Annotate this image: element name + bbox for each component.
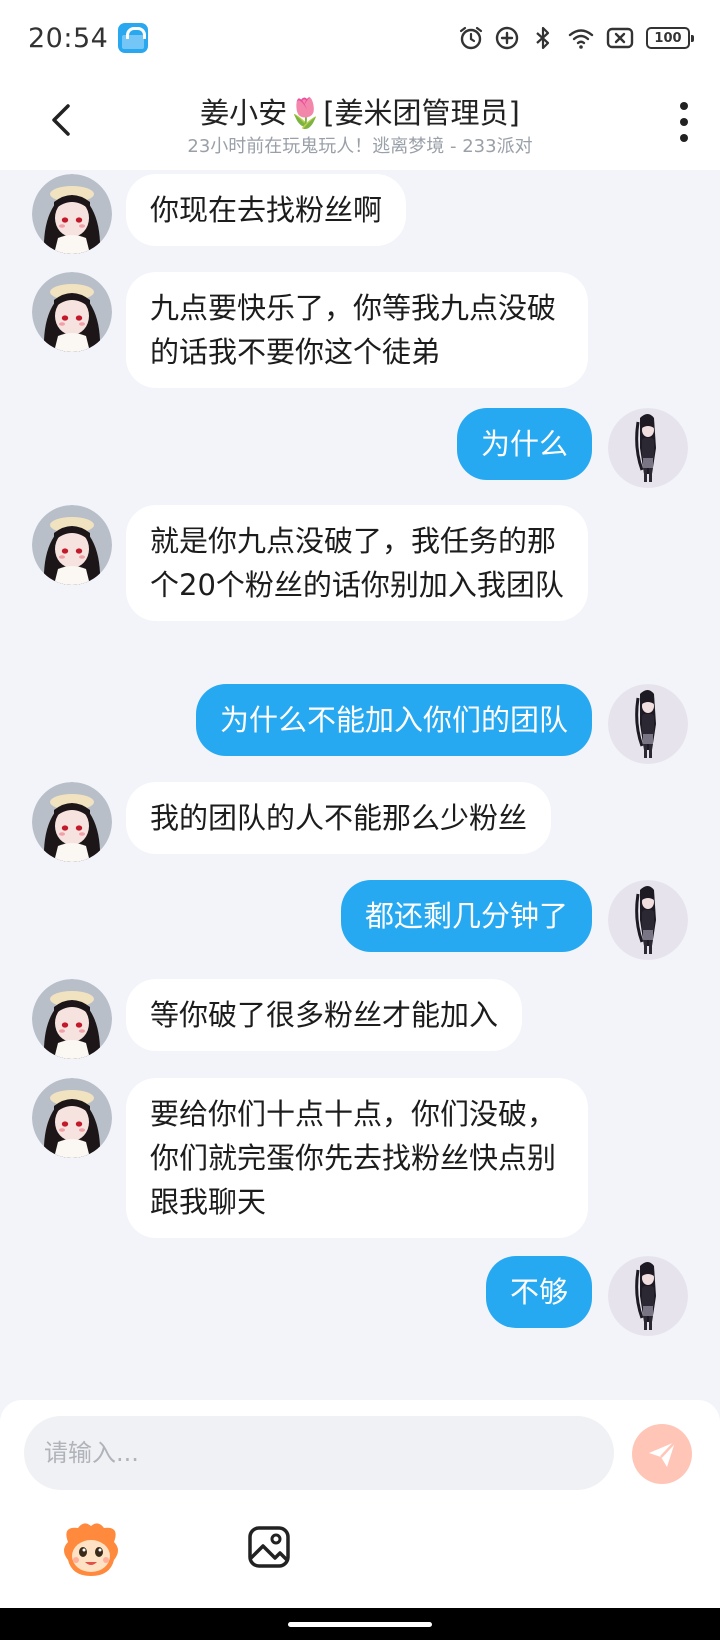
message-bubble[interactable]: 就是你九点没破了，我任务的那个20个粉丝的话你别加入我团队 <box>126 505 588 621</box>
message-bubble[interactable]: 你现在去找粉丝啊 <box>126 174 407 246</box>
send-button[interactable] <box>632 1424 692 1484</box>
contact-avatar[interactable] <box>32 174 112 254</box>
incoming-message: 九点要快乐了，你等我九点没破的话我不要你这个徒弟 <box>32 272 588 388</box>
my-avatar[interactable] <box>608 408 688 488</box>
incoming-message: 等你破了很多粉丝才能加入 <box>32 979 523 1059</box>
message-input[interactable] <box>24 1416 614 1490</box>
incoming-message: 你现在去找粉丝啊 <box>32 174 407 254</box>
status-left: 20:54 <box>28 22 149 54</box>
composer <box>0 1400 720 1608</box>
emoji-mascot-icon[interactable] <box>60 1520 122 1580</box>
contact-avatar[interactable] <box>32 272 112 352</box>
battery-indicator: 100 <box>646 27 694 49</box>
message-list[interactable]: 你现在去找粉丝啊 九点要快乐了，你等我九点没破的话我不要你这个徒弟 为什么 就是… <box>0 170 720 1400</box>
image-icon[interactable] <box>246 1524 292 1570</box>
outgoing-message: 为什么不能加入你们的团队 <box>195 684 688 764</box>
message-bubble[interactable]: 等你破了很多粉丝才能加入 <box>126 979 523 1051</box>
outgoing-message: 不够 <box>485 1256 688 1336</box>
message-bubble[interactable]: 我的团队的人不能那么少粉丝 <box>126 782 552 854</box>
contact-name[interactable]: 姜小安🌷[姜米团管理员] <box>0 90 720 132</box>
status-icons: 100 <box>458 25 694 51</box>
my-avatar[interactable] <box>608 1256 688 1336</box>
status-bar: 20:54 100 <box>0 0 720 76</box>
bluetooth-icon <box>536 26 550 50</box>
message-bubble[interactable]: 不够 <box>485 1256 592 1328</box>
more-options-icon[interactable] <box>672 102 696 142</box>
contact-status: 23小时前在玩鬼玩人！逃离梦境 - 233派对 <box>187 136 533 157</box>
contact-avatar[interactable] <box>32 782 112 862</box>
message-bubble[interactable]: 都还剩几分钟了 <box>340 880 592 952</box>
contact-avatar[interactable] <box>32 505 112 585</box>
send-icon <box>649 1441 676 1467</box>
my-avatar[interactable] <box>608 880 688 960</box>
home-indicator[interactable] <box>288 1622 432 1627</box>
wifi-icon <box>568 29 594 49</box>
chat-header: 姜小安🌷[姜米团管理员] 23小时前在玩鬼玩人！逃离梦境 - 233派对 <box>0 76 720 170</box>
message-bubble[interactable]: 为什么 <box>456 408 592 480</box>
message-bubble[interactable]: 要给你们十点十点，你们没破，你们就完蛋你先去找粉丝快点别跟我聊天 <box>126 1078 588 1238</box>
incoming-message: 就是你九点没破了，我任务的那个20个粉丝的话你别加入我团队 <box>32 505 588 621</box>
incoming-message: 我的团队的人不能那么少粉丝 <box>32 782 552 862</box>
sim-off-icon <box>606 27 634 49</box>
message-bubble[interactable]: 为什么不能加入你们的团队 <box>195 684 592 756</box>
outgoing-message: 都还剩几分钟了 <box>340 880 688 960</box>
contact-avatar[interactable] <box>32 1078 112 1158</box>
alarm-icon <box>459 26 483 50</box>
status-time: 20:54 <box>28 22 109 54</box>
contact-avatar[interactable] <box>32 979 112 1059</box>
message-bubble[interactable]: 九点要快乐了，你等我九点没破的话我不要你这个徒弟 <box>126 272 588 388</box>
outgoing-message: 为什么 <box>456 408 688 488</box>
my-avatar[interactable] <box>608 684 688 764</box>
incoming-message: 要给你们十点十点，你们没破，你们就完蛋你先去找粉丝快点别跟我聊天 <box>32 1078 588 1238</box>
app-bag-icon <box>118 23 149 53</box>
system-nav-bar <box>0 1608 720 1640</box>
data-saver-icon <box>495 26 519 50</box>
